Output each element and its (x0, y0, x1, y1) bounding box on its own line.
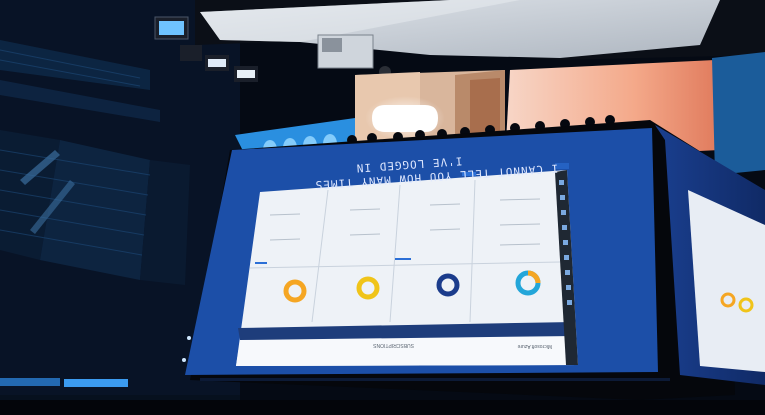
floor-light (0, 378, 60, 386)
portal-app-name: Microsoft Azure (517, 343, 552, 349)
azure-portal-screen (236, 163, 578, 366)
conference-stage-scene: Microsoft Azure SUBSCRIPTIONS I CANNOT T… (0, 0, 765, 415)
logo-light-shape (372, 105, 438, 132)
portal-window-title: SUBSCRIPTIONS (372, 342, 414, 348)
stage-photo: Microsoft Azure SUBSCRIPTIONS I CANNOT T… (0, 0, 765, 415)
floor-light (64, 379, 128, 387)
